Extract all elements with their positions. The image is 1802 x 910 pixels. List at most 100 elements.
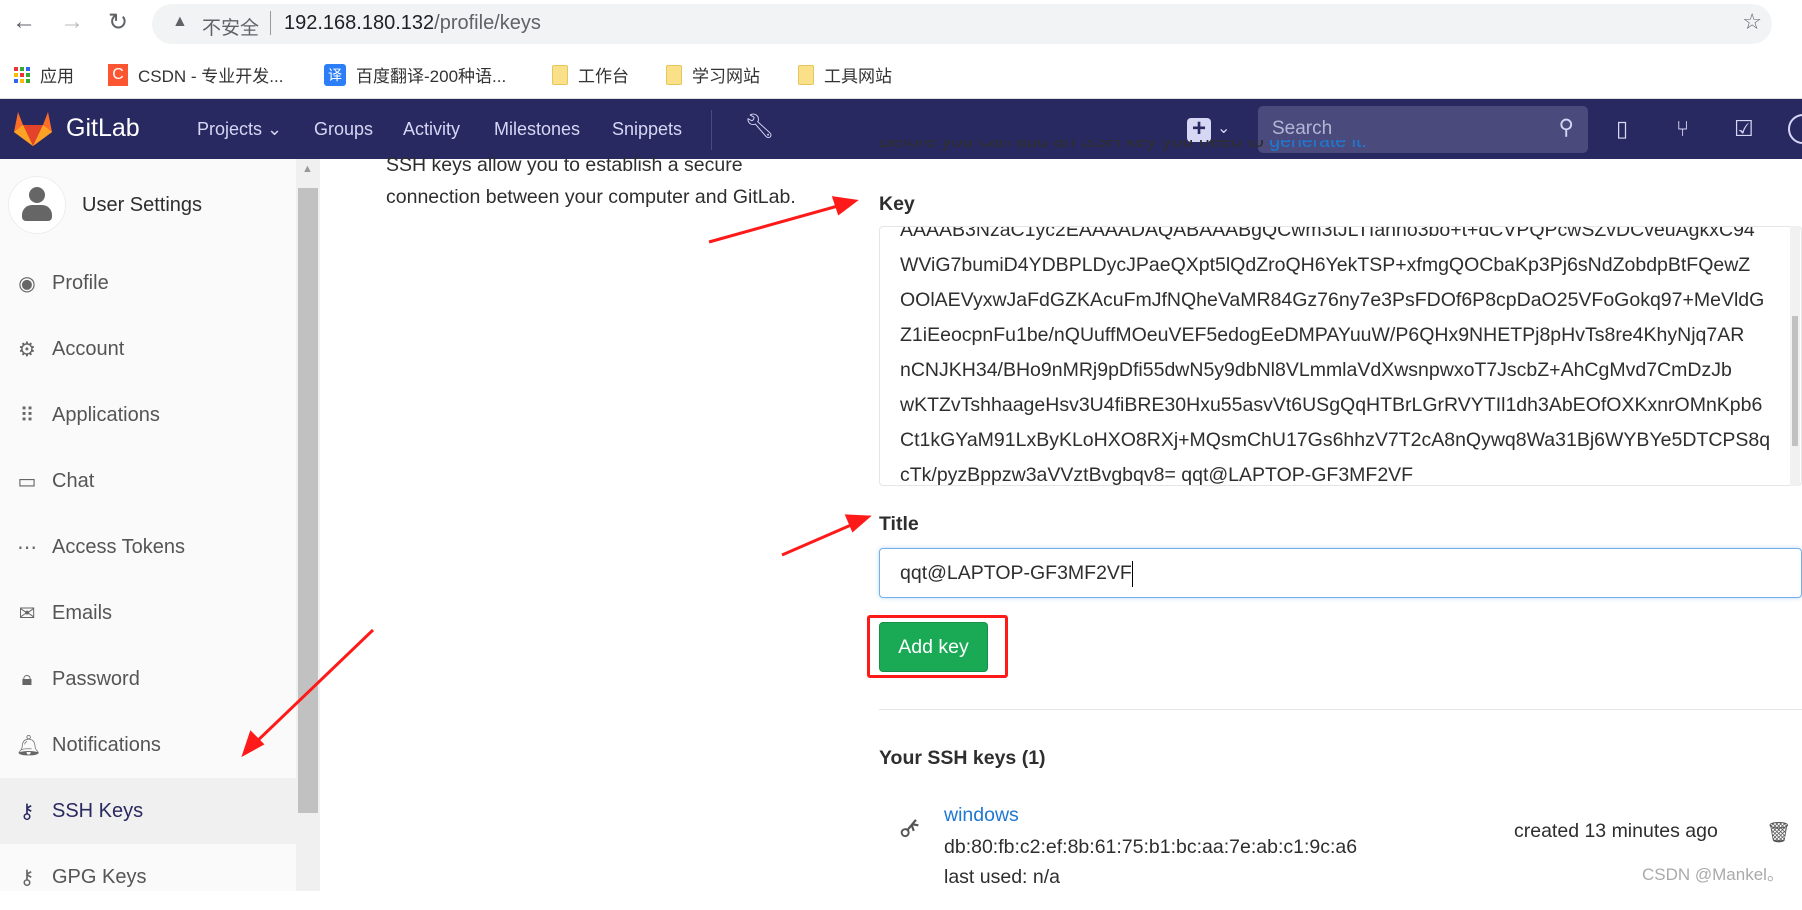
folder-icon xyxy=(798,64,814,85)
intro-text: connection between your computer and Git… xyxy=(386,186,796,208)
sidebar-item-password[interactable]: 🔒︎ Password xyxy=(0,646,296,712)
nav-activity[interactable]: Activity xyxy=(403,119,460,140)
bookmark-apps[interactable]: 应用 xyxy=(14,62,74,87)
ssh-keys-heading: Your SSH keys (1) xyxy=(879,747,1046,769)
key-icon: ⚷ xyxy=(19,800,35,823)
ssh-key-title-link[interactable]: windows xyxy=(944,804,1019,827)
apps-grid-icon xyxy=(14,66,30,83)
scroll-up-icon[interactable]: ▲ xyxy=(302,163,313,175)
title-input[interactable]: qqt@LAPTOP-GF3MF2VF xyxy=(879,548,1802,598)
key-line: nCNJKH34/BHo9nMRj9pDfi55dwN5y9dbNl8VLmml… xyxy=(900,359,1732,381)
wrench-icon[interactable]: 🔧︎ xyxy=(744,112,774,141)
nav-milestones[interactable]: Milestones xyxy=(494,119,580,140)
key-line: Ct1kGYaM91LxByKLoHXO8RXj+MQsmChU17Gs6hhz… xyxy=(900,429,1771,451)
sidebar-item-label: Applications xyxy=(52,403,160,426)
bookmark-baidu-translate[interactable]: 译百度翻译-200种语... xyxy=(324,62,506,87)
reload-icon[interactable]: ↻ xyxy=(108,8,128,37)
sidebar-item-label: Access Tokens xyxy=(52,535,186,558)
folder-icon xyxy=(552,64,568,85)
folder-icon xyxy=(666,64,682,85)
generate-hint: Before you can add an SSH key you need t… xyxy=(879,140,1367,159)
key-line: AAAAB3NzaC1yc2EAAAADAQABAAABgQCwm3tJLTIa… xyxy=(900,226,1755,241)
ssh-key-last-used: last used: n/a xyxy=(944,866,1060,888)
chevron-down-icon: ⌄ xyxy=(267,119,283,139)
sidebar-item-label: GPG Keys xyxy=(52,865,147,888)
bookmark-csdn[interactable]: C CSDN - 专业开发... xyxy=(108,62,283,87)
key-line: wKTZvTshhaageHsv3U4fiBRE30Hxu55asvVt6USg… xyxy=(900,394,1763,416)
warning-icon: ▲ xyxy=(172,13,188,30)
security-label: 不安全 xyxy=(202,18,260,39)
profile-icon: ◉ xyxy=(18,272,36,295)
sidebar-item-label: Password xyxy=(52,667,140,690)
issues-icon[interactable]: ▯ xyxy=(1616,116,1628,142)
baidu-translate-icon: 译 xyxy=(324,63,346,86)
nav-groups[interactable]: Groups xyxy=(314,119,373,140)
email-icon: ✉ xyxy=(18,602,36,625)
account-icon: ⚙ xyxy=(18,338,36,361)
key-icon: ⚷ xyxy=(19,866,35,889)
sidebar-item-applications[interactable]: ⠿ Applications xyxy=(0,382,296,448)
chat-icon: ▭ xyxy=(17,470,37,493)
sidebar-item-label: Profile xyxy=(52,271,109,294)
sidebar-item-label: Chat xyxy=(52,469,95,492)
sidebar-item-profile[interactable]: ◉ Profile xyxy=(0,250,296,316)
sidebar-item-gpg-keys[interactable]: ⚷ GPG Keys xyxy=(0,844,296,910)
key-textarea[interactable]: AAAAB3NzaC1yc2EAAAADAQABAAABgQCwm3tJLTIa… xyxy=(879,226,1802,486)
key-line: OOlAEVyxwJaFdGZKAcuFmJfNQheVaMR84Gz76ny7… xyxy=(900,289,1765,311)
sidebar-item-emails[interactable]: ✉ Emails xyxy=(0,580,296,646)
gitlab-logo-icon[interactable] xyxy=(14,112,52,146)
sidebar-title: User Settings xyxy=(82,194,203,216)
ssh-key-created: created 13 minutes ago xyxy=(1514,820,1718,842)
annotation-highlight-box xyxy=(867,615,1008,678)
sidebar-item-notifications[interactable]: 🔔︎ Notifications xyxy=(0,712,296,778)
sidebar-item-label: SSH Keys xyxy=(52,799,144,822)
watermark: CSDN @Mankel。 xyxy=(1642,865,1784,884)
sidebar-item-ssh-keys[interactable]: ⚷ SSH Keys xyxy=(0,778,296,844)
key-line: Z1iEeocpnFu1be/nQUuffMOeuVEF5edogEeDMPAY… xyxy=(900,324,1745,346)
bookmark-folder[interactable]: 学习网站 xyxy=(666,62,760,87)
back-icon[interactable]: ← xyxy=(12,8,36,36)
generate-link[interactable]: generate it. xyxy=(1269,140,1367,152)
sidebar-item-account[interactable]: ⚙ Account xyxy=(0,316,296,382)
sidebar-item-label: Account xyxy=(52,337,125,360)
csdn-icon: C xyxy=(108,63,128,86)
ssh-key-fingerprint: db:80:fb:c2:ef:8b:61:75:b1:bc:aa:7e:ab:c… xyxy=(944,836,1358,858)
lock-icon: 🔒︎ xyxy=(21,667,33,690)
brand[interactable]: GitLab xyxy=(66,114,140,143)
title-label: Title xyxy=(879,513,919,535)
search-icon: ⚲ xyxy=(1558,116,1574,139)
textarea-scrollbar[interactable] xyxy=(1790,226,1800,486)
annotation-arrow xyxy=(781,520,859,557)
todo-icon[interactable]: ☑ xyxy=(1734,116,1754,142)
chevron-down-icon[interactable]: ⌄ xyxy=(1217,118,1230,138)
sidebar-item-chat[interactable]: ▭ Chat xyxy=(0,448,296,514)
address-bar[interactable]: ▲ 不安全 192.168.180.132/profile/keys ☆ xyxy=(152,4,1772,44)
sidebar-item-access-tokens[interactable]: ⋯ Access Tokens xyxy=(0,514,296,580)
key-icon: ⚷ xyxy=(892,809,927,845)
annotation-arrowhead xyxy=(844,514,872,533)
divider xyxy=(879,709,1802,710)
bell-icon: 🔔︎ xyxy=(16,734,42,757)
token-icon: ⋯ xyxy=(17,536,37,559)
annotation-arrow xyxy=(708,202,846,244)
nav-projects[interactable]: Projects ⌄ xyxy=(197,119,282,140)
user-avatar-icon xyxy=(8,176,66,234)
nav-snippets[interactable]: Snippets xyxy=(612,119,682,140)
url: 192.168.180.132/profile/keys xyxy=(284,12,541,34)
star-icon[interactable]: ☆ xyxy=(1742,9,1762,35)
bookmark-folder[interactable]: 工具网站 xyxy=(798,62,892,87)
plus-icon[interactable]: + xyxy=(1187,117,1211,142)
merge-request-icon[interactable]: ⑂ xyxy=(1676,116,1689,142)
sidebar-item-label: Notifications xyxy=(52,733,161,756)
forward-icon[interactable]: → xyxy=(60,8,84,36)
applications-icon: ⠿ xyxy=(19,404,35,427)
key-label: Key xyxy=(879,193,915,215)
scrollbar-thumb[interactable] xyxy=(298,188,318,813)
bookmark-folder[interactable]: 工作台 xyxy=(552,62,629,87)
annotation-arrowhead xyxy=(831,196,859,216)
trash-icon[interactable]: 🗑︎ xyxy=(1766,820,1791,845)
key-line: WViG7bumiD4YDBPLDycJPaeQXpt5lQdZroQH6Yek… xyxy=(900,254,1751,276)
key-line: cTk/pyzBppzw3aVVztBvgbqv8= qqt@LAPTOP-GF… xyxy=(900,464,1414,486)
sidebar-item-label: Emails xyxy=(52,601,113,624)
intro-text: SSH keys allow you to establish a secure xyxy=(386,154,743,176)
